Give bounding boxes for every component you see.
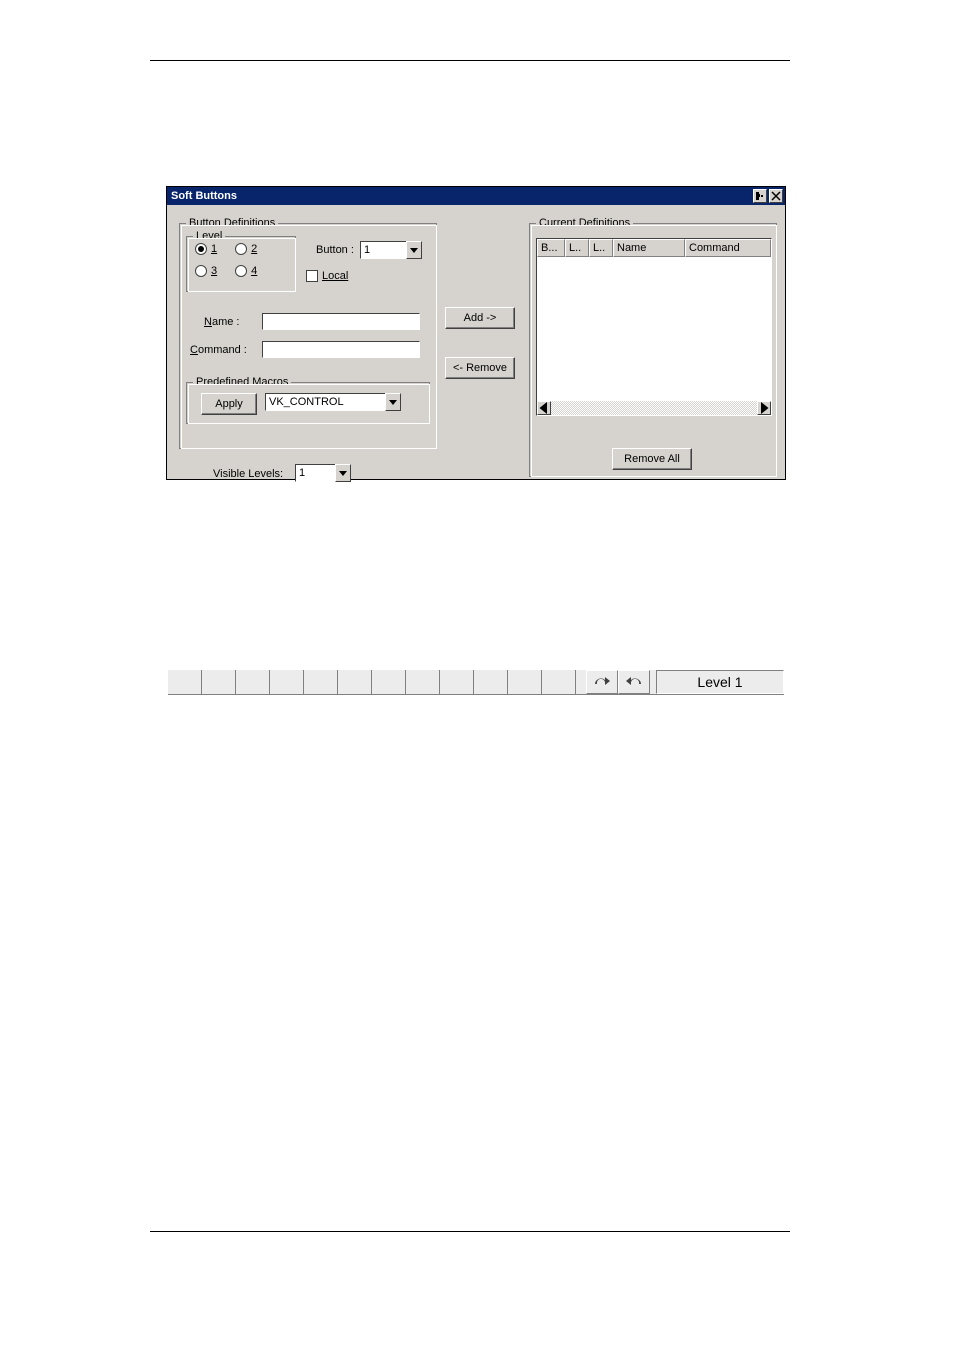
radio-1-label: 1 [211, 243, 217, 255]
dropdown-visible-levels-value: 1 [295, 464, 335, 482]
label-button: Button : [316, 244, 354, 256]
col-name[interactable]: Name [613, 239, 685, 257]
softbutton-bar: Level 1 [168, 670, 784, 695]
soft-slot-7[interactable] [372, 670, 406, 694]
dropdown-visible-levels[interactable]: 1 [295, 464, 351, 482]
radio-level-4[interactable]: 4 [235, 265, 257, 277]
add-button[interactable]: Add -> [445, 307, 515, 329]
apply-button-label: Apply [215, 398, 243, 410]
legend-macros: Predefined Macros [193, 376, 291, 388]
radio-2-label: 2 [251, 243, 257, 255]
radio-icon [235, 243, 247, 255]
dropdown-button[interactable]: 1 [360, 241, 422, 259]
checkbox-local-label: Local [322, 270, 348, 282]
radio-icon [195, 243, 207, 255]
dropdown-button-value: 1 [360, 241, 406, 259]
remove-all-button[interactable]: Remove All [612, 448, 692, 470]
label-name: Name : [204, 316, 239, 328]
group-button-definitions: Button Definitions Level 1 2 [179, 223, 437, 449]
group-predefined-macros: Predefined Macros Apply VK_CONTROL [186, 382, 430, 424]
chevron-down-icon [406, 241, 422, 259]
remove-button[interactable]: <- Remove [445, 357, 515, 379]
soft-slot-12[interactable] [542, 670, 576, 694]
soft-slot-10[interactable] [474, 670, 508, 694]
add-button-label: Add -> [464, 312, 497, 324]
soft-slot-3[interactable] [236, 670, 270, 694]
titlebar[interactable]: Soft Buttons [167, 187, 785, 205]
chevron-down-icon [335, 464, 351, 482]
scroll-track[interactable] [551, 401, 757, 415]
soft-slot-1[interactable] [168, 670, 202, 694]
group-current-definitions: Current Definitions B... L.. L.. Name Co… [529, 223, 777, 477]
chevron-down-icon [385, 393, 401, 411]
radio-icon [195, 265, 207, 277]
close-button[interactable] [769, 189, 783, 203]
soft-slot-4[interactable] [270, 670, 304, 694]
checkbox-local[interactable]: Local [306, 270, 348, 282]
legend-current: Current Definitions [536, 217, 633, 229]
input-name[interactable] [262, 313, 420, 330]
soft-slot-11[interactable] [508, 670, 542, 694]
checkbox-icon [306, 270, 318, 282]
radio-level-2[interactable]: 2 [235, 243, 257, 255]
listview-header: B... L.. L.. Name Command [537, 239, 771, 257]
soft-slot-8[interactable] [406, 670, 440, 694]
apply-button[interactable]: Apply [201, 393, 257, 415]
radio-3-label: 3 [211, 265, 217, 277]
radio-level-1[interactable]: 1 [195, 243, 217, 255]
remove-button-label: <- Remove [453, 362, 507, 374]
col-l1[interactable]: L.. [565, 239, 589, 257]
radio-icon [235, 265, 247, 277]
radio-4-label: 4 [251, 265, 257, 277]
label-command: Command : [190, 344, 247, 356]
redo-icon [593, 675, 611, 689]
col-command[interactable]: Command [685, 239, 771, 257]
undo-button[interactable] [618, 670, 650, 694]
col-b[interactable]: B... [537, 239, 565, 257]
legend-level: Level [193, 230, 225, 242]
soft-slot-2[interactable] [202, 670, 236, 694]
bottom-rule [150, 1231, 790, 1232]
legend-button-definitions: Button Definitions [186, 217, 278, 229]
listview-definitions[interactable]: B... L.. L.. Name Command [536, 238, 772, 416]
help-button[interactable] [753, 189, 767, 203]
input-command[interactable] [262, 341, 420, 358]
group-level: Level 1 2 3 [186, 236, 296, 292]
col-l2[interactable]: L.. [589, 239, 613, 257]
undo-icon [625, 675, 643, 689]
dropdown-macro-value: VK_CONTROL [265, 393, 385, 411]
dialog-title: Soft Buttons [171, 187, 237, 205]
soft-buttons-dialog: Soft Buttons Button Definitions Level [166, 186, 786, 480]
level-indicator: Level 1 [656, 670, 784, 694]
scroll-left-icon[interactable] [537, 401, 551, 415]
level-indicator-text: Level 1 [697, 674, 742, 690]
listview-h-scroll[interactable] [537, 401, 771, 415]
redo-button[interactable] [586, 670, 618, 694]
remove-all-button-label: Remove All [624, 453, 680, 465]
top-rule [150, 60, 790, 61]
dropdown-macro[interactable]: VK_CONTROL [265, 393, 401, 411]
soft-slot-6[interactable] [338, 670, 372, 694]
scroll-right-icon[interactable] [757, 401, 771, 415]
soft-slot-5[interactable] [304, 670, 338, 694]
label-visible-levels: Visible Levels: [213, 468, 283, 480]
radio-level-3[interactable]: 3 [195, 265, 217, 277]
soft-slot-9[interactable] [440, 670, 474, 694]
